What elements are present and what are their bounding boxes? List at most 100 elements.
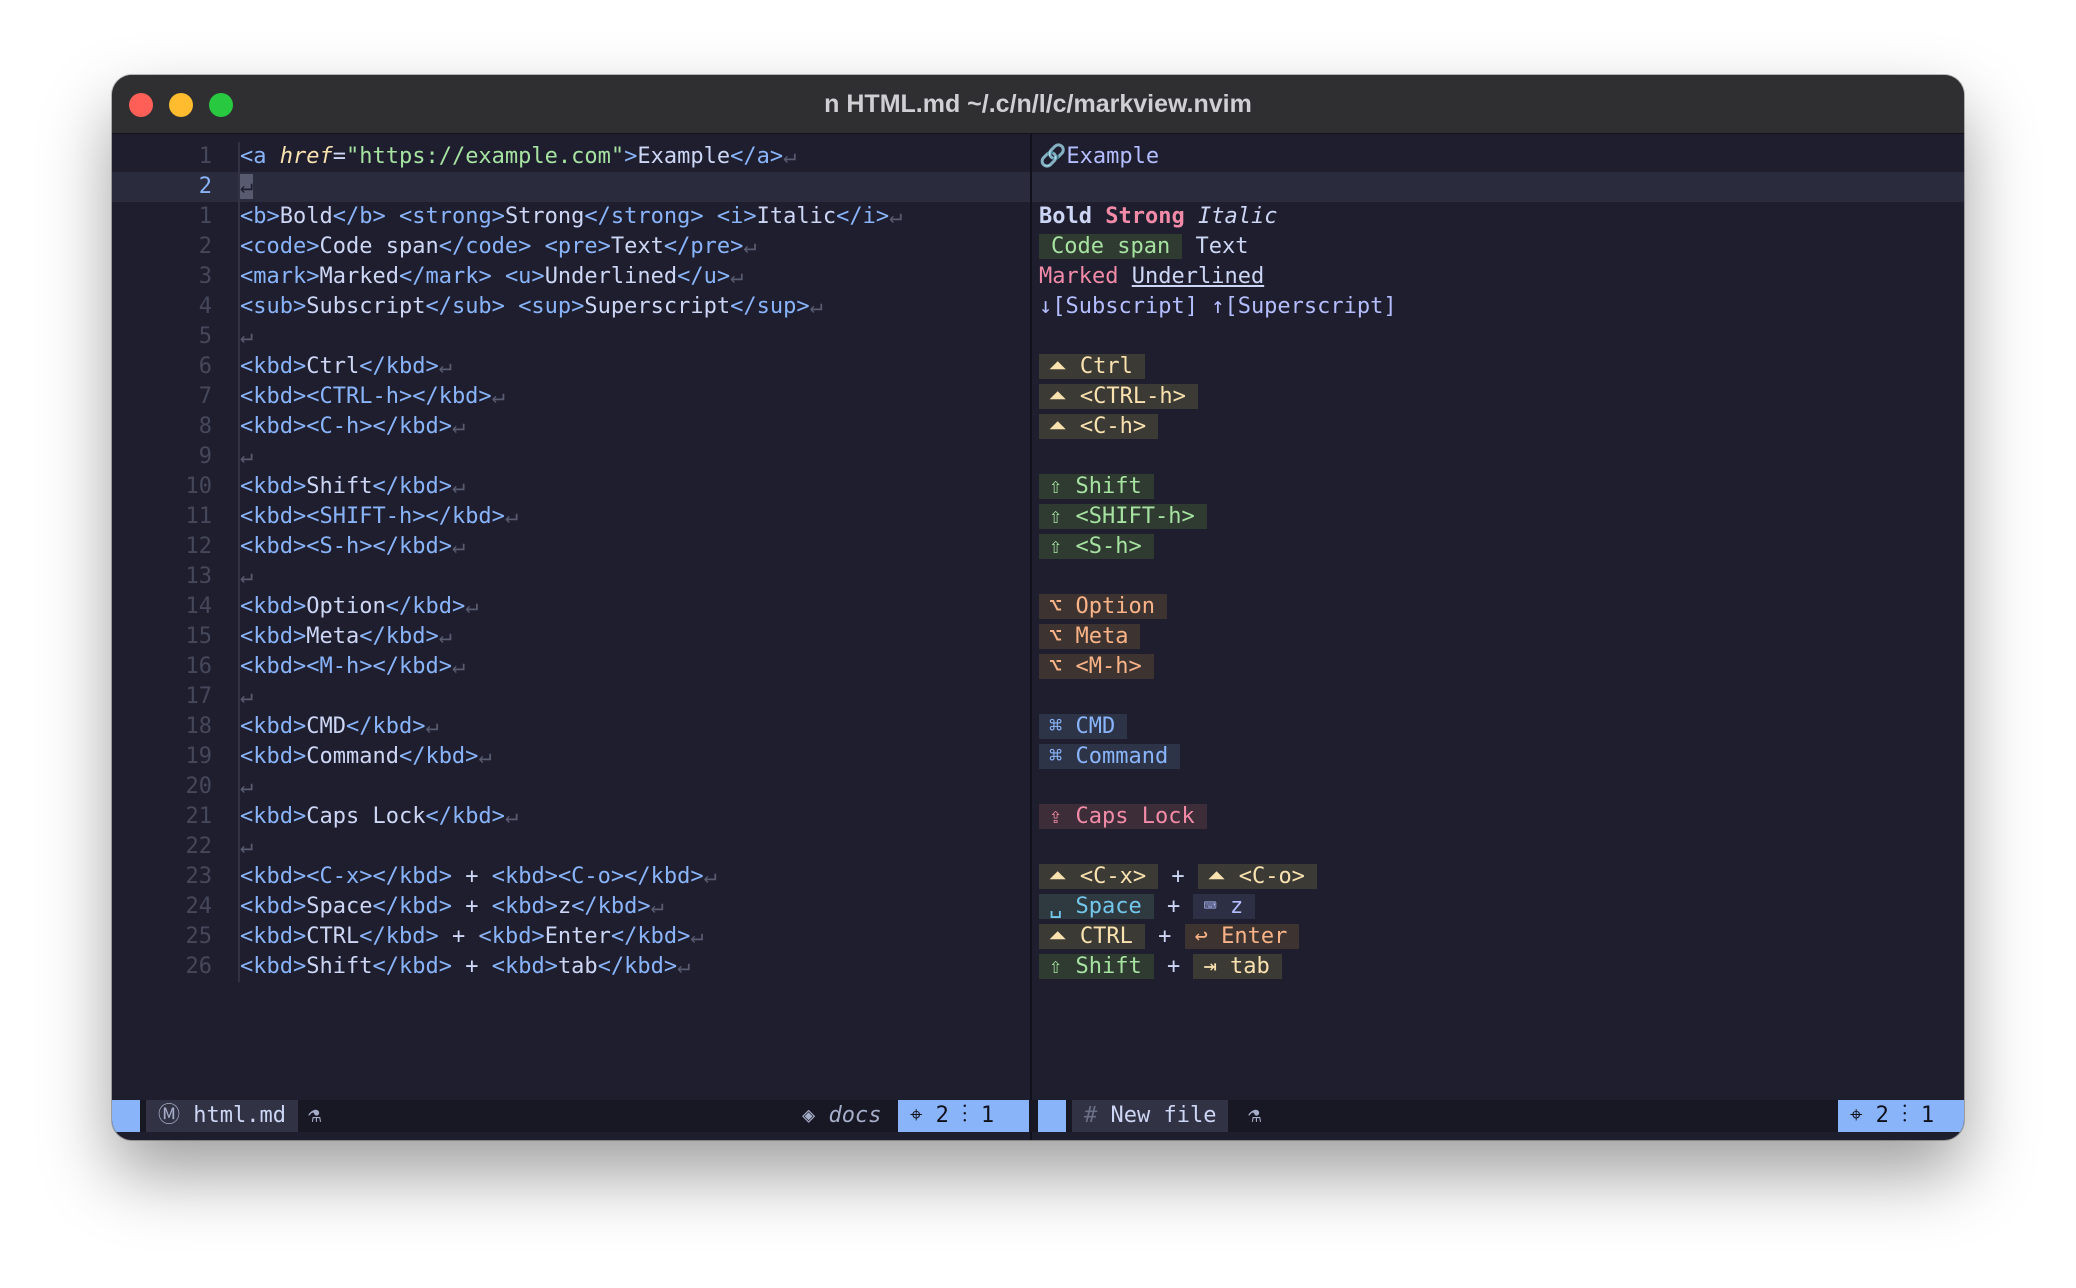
preview-line: ⏶ <C-h> (1032, 412, 1964, 442)
code-text[interactable]: <mark>Marked</mark> <u>Underlined</u>↵ (240, 262, 743, 292)
code-token: </kbd> (597, 954, 678, 979)
code-token: </kbd> (610, 924, 691, 949)
code-text[interactable]: <kbd>Ctrl</kbd>↵ (240, 352, 452, 382)
code-token: <a (240, 144, 280, 169)
editor-line[interactable]: 6 <kbd>Ctrl</kbd>↵ (112, 352, 1030, 382)
editor-line[interactable]: 24 <kbd>Space</kbd> + <kbd>z</kbd>↵ (112, 892, 1030, 922)
code-text[interactable]: <kbd><C-x></kbd> + <kbd><C-o></kbd>↵ (240, 862, 717, 892)
editor-line[interactable]: 25 <kbd>CTRL</kbd> + <kbd>Enter</kbd>↵ (112, 922, 1030, 952)
file-name-section[interactable]: Ⓜ html.md (146, 1100, 298, 1132)
code-text[interactable]: ↵ (240, 322, 253, 352)
code-text[interactable]: <sub>Subscript</sub> <sup>Superscript</s… (240, 292, 823, 322)
code-token: </sub> (425, 294, 505, 319)
editor-line[interactable]: 23 <kbd><C-x></kbd> + <kbd><C-o></kbd>↵ (112, 862, 1030, 892)
editor-line[interactable]: 2 ↵ (112, 172, 1030, 202)
code-text[interactable]: ↵ (240, 442, 253, 472)
editor-line[interactable]: 21 <kbd>Caps Lock</kbd>↵ (112, 802, 1030, 832)
editor-line[interactable]: 7 <kbd><CTRL-h></kbd>↵ (112, 382, 1030, 412)
code-token: <CTRL-h> (306, 384, 413, 409)
code-text[interactable]: <code>Code span</code> <pre>Text</pre>↵ (240, 232, 757, 262)
cursor-column: 1 (980, 1103, 995, 1128)
preview-link[interactable]: Example (1066, 144, 1159, 169)
code-text[interactable]: <a href="https://example.com">Example</a… (240, 142, 796, 172)
code-text[interactable]: <kbd>Command</kbd>↵ (240, 742, 492, 772)
code-token: <kbd> (240, 924, 307, 949)
editor-line[interactable]: 10 <kbd>Shift</kbd>↵ (112, 472, 1030, 502)
code-token: <kbd> (478, 924, 545, 949)
key-icon: ⏶ (1049, 864, 1067, 889)
source-editor-pane[interactable]: 1 <a href="https://example.com">Example</… (112, 134, 1030, 1140)
code-text[interactable]: <kbd>CMD</kbd>↵ (240, 712, 439, 742)
keyboard-key: ⇥ tab (1193, 954, 1282, 979)
editor-line[interactable]: 4 <sub>Subscript</sub> <sup>Superscript</… (112, 292, 1030, 322)
line-number: 4 (198, 294, 212, 319)
key-label: Option (1075, 594, 1155, 619)
editor-line[interactable]: 11 <kbd><SHIFT-h></kbd>↵ (112, 502, 1030, 532)
editor-line[interactable]: 15 <kbd>Meta</kbd>↵ (112, 622, 1030, 652)
code-text[interactable]: <kbd><SHIFT-h></kbd>↵ (240, 502, 518, 532)
code-text[interactable]: <kbd><M-h></kbd>↵ (240, 652, 465, 682)
editor-line[interactable]: 17 ↵ (112, 682, 1030, 712)
code-token: <M-h> (306, 654, 373, 679)
preview-pane[interactable]: 🔗Example Bold Strong Italic Code span Text… (1032, 134, 1964, 1140)
editor-line[interactable]: 22 ↵ (112, 832, 1030, 862)
line-number: 8 (198, 414, 212, 439)
code-token: <kbd> (240, 354, 307, 379)
git-branch-section[interactable]: ◈ docs (802, 1100, 881, 1132)
line-number: 25 (185, 924, 213, 949)
editor-line[interactable]: 9 ↵ (112, 442, 1030, 472)
editor-line[interactable]: 3 <mark>Marked</mark> <u>Underlined</u>↵ (112, 262, 1030, 292)
markdown-file-icon: Ⓜ (158, 1103, 181, 1128)
editor-line[interactable]: 8 <kbd><C-h></kbd>↵ (112, 412, 1030, 442)
key-label: <C-o> (1238, 864, 1305, 889)
editor-line[interactable]: 1 <a href="https://example.com">Example</… (112, 142, 1030, 172)
editor-line[interactable]: 1 <b>Bold</b> <strong>Strong</strong> <i>… (112, 202, 1030, 232)
preview-line: ⏶ <C-x> + ⏶ <C-o> (1032, 862, 1964, 892)
editor-line[interactable]: 14 <kbd>Option</kbd>↵ (112, 592, 1030, 622)
code-token: <b> (240, 204, 280, 229)
code-text[interactable]: <kbd>Meta</kbd>↵ (240, 622, 452, 652)
key-label: <C-x> (1079, 864, 1147, 889)
editor-line[interactable]: 16 <kbd><M-h></kbd>↵ (112, 652, 1030, 682)
editor-line[interactable]: 13 ↵ (112, 562, 1030, 592)
preview-content: ⌥ <M-h> (1039, 652, 1154, 682)
underlined-text: Underlined (1131, 264, 1265, 289)
code-token: </kbd> (345, 714, 426, 739)
code-text[interactable]: ↵ (240, 832, 253, 862)
code-token: Enter (544, 924, 611, 949)
preview-line: ⇧ <SHIFT-h> (1032, 502, 1964, 532)
code-text[interactable]: <kbd>Option</kbd>↵ (240, 592, 478, 622)
preview-line: ⇧ Shift (1032, 472, 1964, 502)
preview-content: Marked Underlined (1039, 262, 1264, 292)
code-token: Caps Lock (306, 804, 426, 829)
editor-line[interactable]: 2 <code>Code span</code> <pre>Text</pre>↵ (112, 232, 1030, 262)
line-number: 20 (185, 774, 213, 799)
code-text[interactable]: <kbd>Space</kbd> + <kbd>z</kbd>↵ (240, 892, 664, 922)
key-label: Command (1075, 744, 1169, 769)
editor-line[interactable]: 20 ↵ (112, 772, 1030, 802)
editor-line[interactable]: 18 <kbd>CMD</kbd>↵ (112, 712, 1030, 742)
code-text[interactable]: <kbd><CTRL-h></kbd>↵ (240, 382, 505, 412)
code-text[interactable]: <kbd>Shift</kbd>↵ (240, 472, 465, 502)
file-name-section-right[interactable]: # New file (1072, 1100, 1229, 1132)
code-text[interactable]: ↵ (240, 562, 253, 592)
code-text[interactable]: <kbd><C-h></kbd>↵ (240, 412, 465, 442)
code-text[interactable]: ↵ (240, 772, 253, 802)
editor-line[interactable]: 5 ↵ (112, 322, 1030, 352)
key-icon: ⇧ (1049, 534, 1063, 559)
code-text[interactable]: ↵ (240, 682, 253, 712)
editor-line[interactable]: 19 <kbd>Command</kbd>↵ (112, 742, 1030, 772)
code-text[interactable]: <kbd>Caps Lock</kbd>↵ (240, 802, 518, 832)
code-token: Option (306, 594, 386, 619)
line-number: 15 (185, 624, 213, 649)
code-text[interactable]: ↵ (240, 172, 254, 202)
editor-line[interactable]: 26 <kbd>Shift</kbd> + <kbd>tab</kbd>↵ (112, 952, 1030, 982)
code-text[interactable]: <kbd>Shift</kbd> + <kbd>tab</kbd>↵ (240, 952, 690, 982)
code-token: Shift (306, 474, 373, 499)
end-of-line-icon: ↵ (690, 924, 704, 949)
keyboard-key: ␣ Space (1039, 894, 1154, 919)
code-text[interactable]: <kbd>CTRL</kbd> + <kbd>Enter</kbd>↵ (240, 922, 704, 952)
code-text[interactable]: <kbd><S-h></kbd>↵ (240, 532, 465, 562)
editor-line[interactable]: 12 <kbd><S-h></kbd>↵ (112, 532, 1030, 562)
code-text[interactable]: <b>Bold</b> <strong>Strong</strong> <i>I… (240, 202, 902, 232)
